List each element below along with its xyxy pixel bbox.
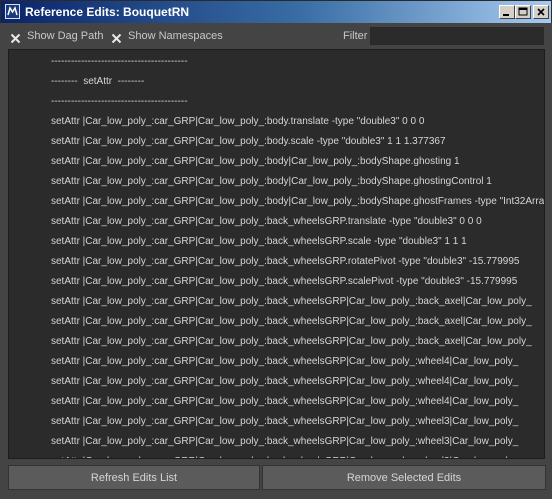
maximize-button[interactable] [515, 5, 531, 19]
maya-app-icon [5, 4, 20, 19]
minimize-icon [503, 14, 509, 16]
filter-input[interactable] [370, 27, 544, 45]
show-namespaces-label: Show Namespaces [128, 30, 223, 42]
remove-selected-edits-button[interactable]: Remove Selected Edits [262, 465, 546, 490]
edit-list-item[interactable]: setAttr |Car_low_poly_:car_GRP|Car_low_p… [51, 312, 532, 332]
edit-list-item[interactable]: setAttr |Car_low_poly_:car_GRP|Car_low_p… [51, 152, 460, 172]
title-bar[interactable]: Reference Edits: BouquetRN [0, 0, 552, 23]
minimize-button[interactable] [499, 5, 515, 19]
show-namespaces-checkbox[interactable]: Show Namespaces [111, 29, 223, 43]
edit-list-item[interactable]: setAttr |Car_low_poly_:car_GRP|Car_low_p… [51, 432, 518, 452]
edit-list-item[interactable]: setAttr |Car_low_poly_:car_GRP|Car_low_p… [51, 412, 518, 432]
window-title: Reference Edits: BouquetRN [25, 5, 190, 19]
edit-list-item[interactable]: setAttr |Car_low_poly_:car_GRP|Car_low_p… [51, 272, 517, 292]
edit-list-item[interactable]: setAttr |Car_low_poly_:car_GRP|Car_low_p… [51, 112, 424, 132]
close-icon [537, 8, 545, 16]
edit-list-item[interactable]: setAttr |Car_low_poly_:car_GRP|Car_low_p… [51, 372, 518, 392]
edit-list-item[interactable]: ----------------------------------------… [51, 92, 188, 112]
show-dag-path-checkbox[interactable]: Show Dag Path [10, 29, 103, 43]
edits-list-content: ----------------------------------------… [9, 50, 544, 458]
edit-list-item[interactable]: setAttr |Car_low_poly_:car_GRP|Car_low_p… [51, 252, 519, 272]
edit-list-item[interactable]: ----------------------------------------… [51, 52, 188, 72]
close-button[interactable] [533, 5, 549, 19]
show-dag-path-label: Show Dag Path [27, 30, 104, 42]
refresh-edits-button[interactable]: Refresh Edits List [8, 465, 260, 490]
edit-list-item[interactable]: setAttr |Car_low_poly_:car_GRP|Car_low_p… [51, 172, 492, 192]
checkmark-icon [10, 31, 21, 43]
edit-list-item[interactable]: setAttr |Car_low_poly_:car_GRP|Car_low_p… [51, 192, 544, 212]
edit-list-item[interactable]: setAttr |Car_low_poly_:car_GRP|Car_low_p… [51, 332, 532, 352]
edit-list-item[interactable]: setAttr |Car_low_poly_:car_GRP|Car_low_p… [51, 132, 446, 152]
edit-list-item[interactable]: setAttr |Car_low_poly_:car_GRP|Car_low_p… [51, 452, 518, 458]
edit-list-item[interactable]: setAttr |Car_low_poly_:car_GRP|Car_low_p… [51, 292, 532, 312]
edit-list-item[interactable]: setAttr |Car_low_poly_:car_GRP|Car_low_p… [51, 352, 518, 372]
edit-list-item[interactable]: setAttr |Car_low_poly_:car_GRP|Car_low_p… [51, 212, 482, 232]
checkmark-icon [111, 31, 122, 43]
maximize-icon [518, 7, 528, 16]
edit-list-item[interactable]: setAttr |Car_low_poly_:car_GRP|Car_low_p… [51, 232, 467, 252]
filter-label: Filter [343, 30, 368, 42]
edit-list-item[interactable]: setAttr |Car_low_poly_:car_GRP|Car_low_p… [51, 392, 518, 412]
edit-list-item[interactable]: -------- setAttr -------- [51, 72, 144, 92]
edits-list[interactable]: ----------------------------------------… [8, 49, 545, 459]
